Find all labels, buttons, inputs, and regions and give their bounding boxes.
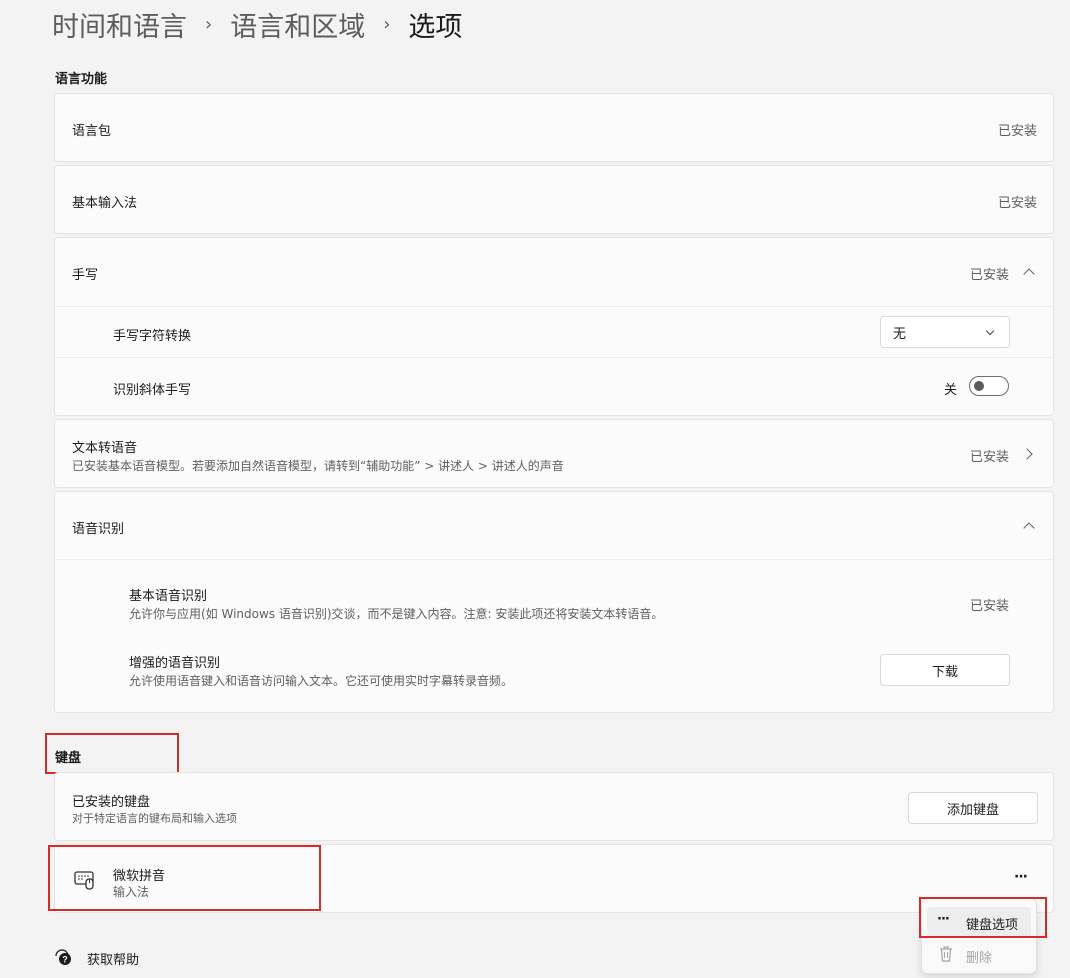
basic-speech-description: 允许你与应用(如 Windows 语音识别)交谈，而不是键入内容。注意: 安装此… bbox=[129, 607, 664, 621]
handwriting-label: 手写 bbox=[72, 268, 99, 283]
keyboard-item-highlight bbox=[48, 845, 321, 911]
chevron-right-icon bbox=[1021, 448, 1033, 460]
help-icon: ? bbox=[53, 947, 73, 971]
speech-recognition-card: 语音识别 基本语音识别 允许你与应用(如 Windows 语音识别)交谈，而不是… bbox=[54, 491, 1054, 713]
menu-item-delete-label: 删除 bbox=[966, 951, 993, 966]
breadcrumb-time-language[interactable]: 时间和语言 bbox=[52, 5, 187, 44]
tts-label: 文本转语音 bbox=[72, 441, 138, 456]
enhanced-speech-description: 允许使用语音键入和语音访问输入文本。它还可使用实时字幕转录音频。 bbox=[129, 674, 514, 688]
keyboard-options-highlight bbox=[919, 897, 1047, 938]
italic-handwriting-row: 识别斜体手写 关 bbox=[55, 358, 1053, 416]
basic-input-label: 基本输入法 bbox=[72, 196, 138, 211]
handwriting-conversion-value: 无 bbox=[893, 326, 907, 342]
section-title-keyboard: 键盘 bbox=[55, 751, 82, 766]
enhanced-speech-label: 增强的语音识别 bbox=[129, 656, 221, 671]
basic-speech-label: 基本语音识别 bbox=[129, 589, 208, 604]
language-pack-status: 已安装 bbox=[997, 124, 1037, 139]
speech-recognition-header[interactable]: 语音识别 bbox=[55, 492, 1053, 559]
tts-status: 已安装 bbox=[969, 450, 1009, 465]
italic-toggle-label: 关 bbox=[944, 383, 958, 398]
breadcrumb: 时间和语言 › 语言和区域 › 选项 bbox=[52, 4, 462, 44]
installed-keyboards-description: 对于特定语言的键布局和输入选项 bbox=[72, 812, 237, 825]
italic-handwriting-toggle[interactable] bbox=[969, 376, 1009, 396]
language-pack-card: 语言包 已安装 bbox=[54, 93, 1054, 162]
installed-keyboards-label: 已安装的键盘 bbox=[72, 795, 151, 810]
tts-card[interactable]: 文本转语音 已安装基本语音模型。若要添加自然语音模型，请转到“辅助功能” > 讲… bbox=[54, 419, 1054, 488]
download-button[interactable]: 下载 bbox=[880, 654, 1010, 686]
chevron-down-icon bbox=[985, 326, 995, 336]
language-pack-label: 语言包 bbox=[72, 124, 112, 139]
basic-input-status: 已安装 bbox=[997, 196, 1037, 211]
add-keyboard-button[interactable]: 添加键盘 bbox=[908, 792, 1038, 824]
trash-icon bbox=[938, 945, 954, 967]
tts-description: 已安装基本语音模型。若要添加自然语音模型，请转到“辅助功能” > 讲述人 > 讲… bbox=[72, 459, 564, 473]
handwriting-conversion-label: 手写字符转换 bbox=[113, 329, 192, 344]
speech-recognition-label: 语音识别 bbox=[72, 522, 125, 537]
chevron-up-icon[interactable] bbox=[1023, 268, 1035, 280]
breadcrumb-separator-icon: › bbox=[205, 13, 213, 35]
basic-speech-status: 已安装 bbox=[969, 599, 1009, 614]
menu-item-delete[interactable]: 删除 bbox=[927, 941, 1031, 969]
handwriting-card: 手写 已安装 手写字符转换 无 识别斜体手写 关 bbox=[54, 237, 1054, 416]
breadcrumb-language-region[interactable]: 语言和区域 bbox=[230, 5, 365, 44]
chevron-up-icon[interactable] bbox=[1023, 522, 1035, 534]
handwriting-status: 已安装 bbox=[969, 268, 1009, 283]
section-title-language-features: 语言功能 bbox=[55, 72, 108, 87]
installed-keyboards-card: 已安装的键盘 对于特定语言的键布局和输入选项 添加键盘 bbox=[54, 772, 1054, 841]
svg-text:?: ? bbox=[62, 955, 68, 965]
more-options-icon[interactable]: ··· bbox=[1014, 869, 1028, 885]
page-title: 选项 bbox=[408, 11, 463, 43]
toggle-knob bbox=[974, 381, 984, 391]
handwriting-header[interactable]: 手写 已安装 bbox=[55, 238, 1053, 306]
get-help-link[interactable]: 获取帮助 bbox=[87, 949, 139, 968]
handwriting-conversion-dropdown[interactable]: 无 bbox=[880, 316, 1010, 348]
basic-input-card: 基本输入法 已安装 bbox=[54, 165, 1054, 234]
breadcrumb-separator-icon: › bbox=[383, 13, 391, 35]
italic-handwriting-label: 识别斜体手写 bbox=[113, 383, 192, 398]
handwriting-conversion-row: 手写字符转换 无 bbox=[55, 307, 1053, 357]
